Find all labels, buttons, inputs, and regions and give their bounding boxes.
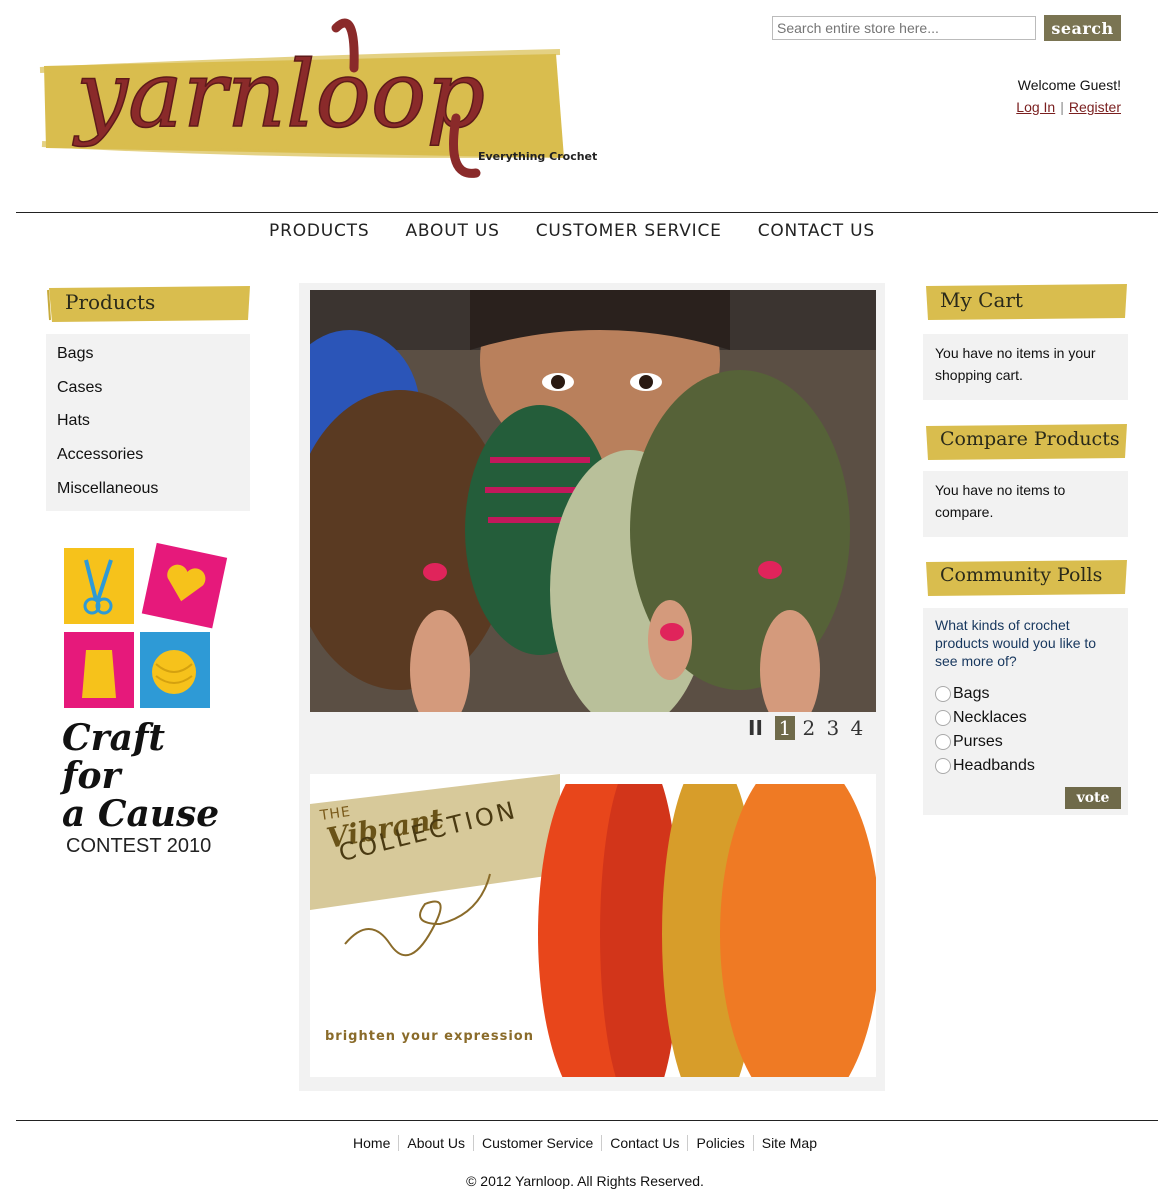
logo-wordmark: yarnloop <box>72 41 485 148</box>
footer-link-contact-us[interactable]: Contact Us <box>601 1135 687 1151</box>
category-cases[interactable]: Cases <box>57 376 250 410</box>
account-links: Log In | Register <box>1016 99 1121 115</box>
footer-link-policies[interactable]: Policies <box>687 1135 752 1151</box>
footer-link-about-us[interactable]: About Us <box>398 1135 473 1151</box>
poll-option-purses[interactable]: Purses <box>935 730 1116 754</box>
welcome-message: Welcome Guest! <box>1017 77 1121 93</box>
login-link[interactable]: Log In <box>1016 99 1055 115</box>
register-link[interactable]: Register <box>1069 99 1121 115</box>
compare-heading-text: Compare Products <box>940 428 1120 450</box>
craft-for-a-cause-promo[interactable]: Craft for a Cause CONTEST 2010 <box>56 540 236 857</box>
radio-button[interactable] <box>935 686 951 702</box>
banner-tagline: brighten your expression <box>325 1029 534 1044</box>
poll-box: What kinds of crochet products would you… <box>923 608 1128 815</box>
my-cart-heading: My Cart <box>924 282 1129 322</box>
compare-empty-text: You have no items to compare. <box>935 482 1066 520</box>
category-accessories[interactable]: Accessories <box>57 443 250 477</box>
compare-box: You have no items to compare. <box>923 471 1128 537</box>
nav-products[interactable]: PRODUCTS <box>269 221 369 241</box>
radio-button[interactable] <box>935 758 951 774</box>
poll-option-label: Headbands <box>953 757 1035 774</box>
products-heading-text: Products <box>65 290 156 314</box>
poll-option-label: Bags <box>953 685 990 702</box>
cart-empty-text: You have no items in your shopping cart. <box>935 345 1096 383</box>
slide-page-2[interactable]: 2 <box>799 716 819 740</box>
slide-page-1[interactable]: 1 <box>774 716 795 740</box>
copyright-text: © 2012 Yarnloop. All Rights Reserved. <box>466 1173 704 1189</box>
radio-button[interactable] <box>935 734 951 750</box>
footer-nav: Home About Us Customer Service Contact U… <box>0 1135 1170 1151</box>
radio-button[interactable] <box>935 710 951 726</box>
main-nav: PRODUCTS ABOUT US CUSTOMER SERVICE CONTA… <box>0 221 1170 241</box>
slideshow-controls: II 1 2 3 4 <box>748 716 867 740</box>
poll-option-label: Purses <box>953 733 1003 750</box>
poll-option-bags[interactable]: Bags <box>935 682 1116 706</box>
footer-divider <box>16 1120 1158 1121</box>
slideshow-image[interactable] <box>310 290 876 712</box>
slide-page-3[interactable]: 3 <box>823 716 843 740</box>
my-cart-heading-text: My Cart <box>940 288 1023 312</box>
poll-question: What kinds of crochet products would you… <box>935 617 1097 669</box>
nav-contact-us[interactable]: CONTACT US <box>758 221 875 241</box>
site-logo[interactable]: yarnloop Everything Crochet <box>36 8 606 193</box>
header-divider <box>16 212 1158 213</box>
cart-box: You have no items in your shopping cart. <box>923 334 1128 400</box>
promo-line-1: Craft for <box>62 717 166 797</box>
category-hats[interactable]: Hats <box>57 409 250 443</box>
vibrant-collection-banner[interactable]: THE Vibrant COLLECTION brighten your exp… <box>310 774 876 1077</box>
footer-link-home[interactable]: Home <box>345 1135 398 1151</box>
products-heading: Products <box>46 284 252 324</box>
poll-option-necklaces[interactable]: Necklaces <box>935 706 1116 730</box>
promo-line-2: a Cause <box>62 793 220 835</box>
logo-tagline: Everything Crochet <box>478 150 597 163</box>
poll-option-label: Necklaces <box>953 709 1027 726</box>
nav-about-us[interactable]: ABOUT US <box>405 221 499 241</box>
link-separator: | <box>1060 99 1064 115</box>
pause-icon[interactable]: II <box>748 716 763 740</box>
vote-button[interactable]: vote <box>1065 787 1121 809</box>
nav-customer-service[interactable]: CUSTOMER SERVICE <box>536 221 722 241</box>
search-input[interactable] <box>772 16 1036 40</box>
footer-link-customer-service[interactable]: Customer Service <box>472 1135 601 1151</box>
category-bags[interactable]: Bags <box>57 342 250 376</box>
slide-page-4[interactable]: 4 <box>847 716 867 740</box>
poll-option-headbands[interactable]: Headbands <box>935 754 1116 778</box>
compare-heading: Compare Products <box>924 422 1129 462</box>
polls-heading-text: Community Polls <box>940 564 1103 586</box>
polls-heading: Community Polls <box>924 558 1129 598</box>
footer-link-site-map[interactable]: Site Map <box>752 1135 825 1151</box>
product-category-list: Bags Cases Hats Accessories Miscellaneou… <box>46 334 250 511</box>
search-button[interactable]: search <box>1044 15 1121 41</box>
category-miscellaneous[interactable]: Miscellaneous <box>57 477 250 511</box>
promo-line-3: CONTEST 2010 <box>66 835 212 857</box>
